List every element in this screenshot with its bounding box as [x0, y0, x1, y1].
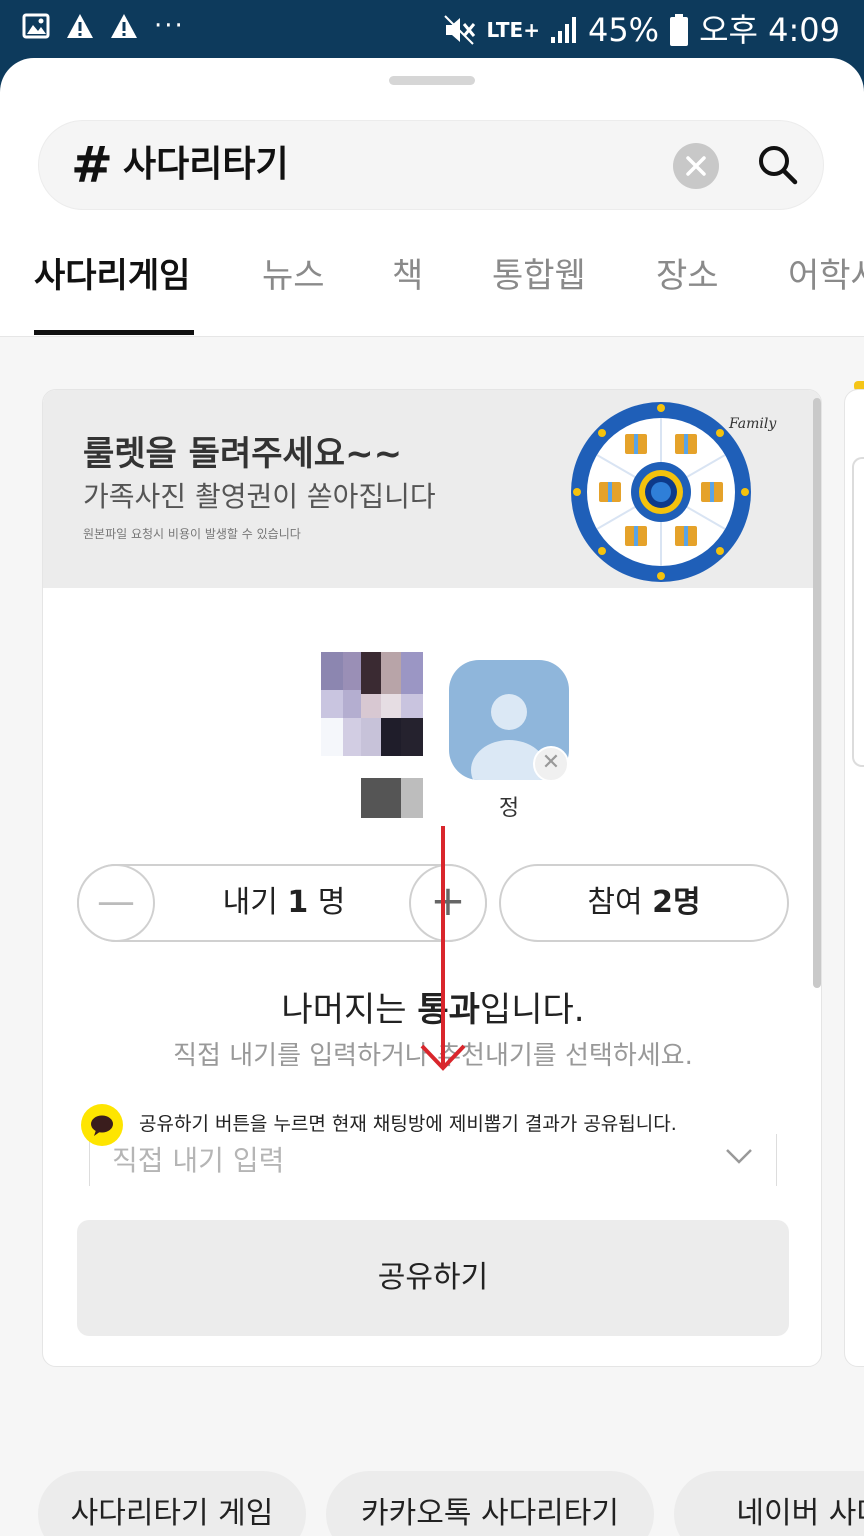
share-notice-tooltip: 공유하기 버튼을 누르면 현재 채팅방에 제비뽑기 결과가 공유됩니다. [81, 1102, 801, 1146]
active-tab-indicator [34, 330, 194, 335]
search-bar[interactable]: # 사다리타기 [38, 120, 824, 210]
scrollbar[interactable] [813, 398, 821, 988]
gallery-icon [22, 13, 50, 39]
search-query[interactable]: 사다리타기 [123, 141, 289, 189]
banner-title: 룰렛을 돌려주세요~~ [83, 434, 403, 474]
related-search-chip[interactable]: 카카오톡 사다리타기 [326, 1471, 654, 1536]
tab-ladder-game[interactable]: 사다리게임 [34, 248, 190, 304]
increment-button[interactable]: + [409, 864, 487, 942]
bet-count-label: 내기 1 명 [222, 885, 346, 920]
result-title: 나머지는 통과입니다. [281, 990, 585, 1030]
decrement-button[interactable]: — [77, 864, 155, 942]
battery-icon [670, 14, 689, 46]
close-icon [686, 156, 706, 176]
remove-participant-button[interactable]: ✕ [533, 746, 569, 782]
signal-icon [550, 17, 576, 43]
participant-avatar-photo[interactable] [321, 652, 423, 818]
results-area: 룰렛을 돌려주세요~~ 가족사진 촬영권이 쏟아집니다 원본파일 요청시 비용이… [0, 337, 864, 1536]
search-tabs: 사다리게임 뉴스 책 통합웹 장소 어학사 [0, 248, 864, 336]
alert-icon [67, 14, 93, 38]
tab-news[interactable]: 뉴스 [262, 248, 325, 304]
banner-note: 원본파일 요청시 비용이 발생할 수 있습니다 [83, 527, 301, 541]
search-icon [759, 146, 798, 185]
ladder-game-card: 룰렛을 돌려주세요~~ 가족사진 촬영권이 쏟아집니다 원본파일 요청시 비용이… [42, 389, 822, 1367]
clock: 오후 4:09 [699, 11, 840, 49]
roulette-wheel-image: Family U [571, 402, 779, 582]
bottom-sheet: # 사다리타기 사다리게임 뉴스 책 통합웹 장소 어학사 [0, 58, 864, 1536]
search-button[interactable] [753, 139, 803, 191]
bet-count-stepper: — 내기 1 명 + [77, 864, 487, 942]
banner-subtitle: 가족사진 촬영권이 쏟아집니다 [83, 480, 436, 513]
next-card-frame [852, 457, 864, 767]
share-notice-text: 공유하기 버튼을 누르면 현재 채팅방에 제비뽑기 결과가 공유됩니다. [139, 1113, 677, 1135]
tab-books[interactable]: 책 [392, 248, 423, 304]
sheet-drag-handle[interactable] [389, 76, 475, 85]
close-icon: ✕ [541, 750, 561, 775]
alert-icon [111, 14, 137, 38]
related-search-chip[interactable]: 네이버 사다리 [674, 1471, 864, 1536]
related-search-chip[interactable]: 사다리타기 게임 [38, 1471, 306, 1536]
clear-search-button[interactable] [673, 143, 719, 189]
chevron-down-icon[interactable] [724, 1146, 754, 1166]
tab-web[interactable]: 통합웹 [492, 248, 586, 304]
kakaotalk-icon [81, 1104, 123, 1146]
brand-logo: Family U [728, 416, 779, 432]
battery-percent: 45% [587, 11, 660, 49]
hashtag-icon: # [71, 136, 113, 194]
mute-icon [444, 15, 476, 45]
participants-button[interactable]: 참여 2명 [499, 864, 789, 942]
participant-name: 정 [498, 796, 520, 821]
ad-banner[interactable]: 룰렛을 돌려주세요~~ 가족사진 촬영권이 쏟아집니다 원본파일 요청시 비용이… [43, 390, 821, 588]
overflow-dots: ··· [154, 11, 185, 41]
network-type: LTE+ [486, 18, 540, 42]
status-bar: ··· LTE+ 45% 오후 4:09 [0, 0, 864, 60]
share-button[interactable]: 공유하기 [77, 1220, 789, 1336]
result-subtitle: 직접 내기를 입력하거나 추천내기를 선택하세요. [173, 1041, 693, 1071]
tab-places[interactable]: 장소 [656, 248, 719, 304]
related-searches: 사다리타기 게임 카카오톡 사다리타기 네이버 사다리 [0, 1471, 864, 1536]
tab-language[interactable]: 어학사 [788, 248, 864, 304]
